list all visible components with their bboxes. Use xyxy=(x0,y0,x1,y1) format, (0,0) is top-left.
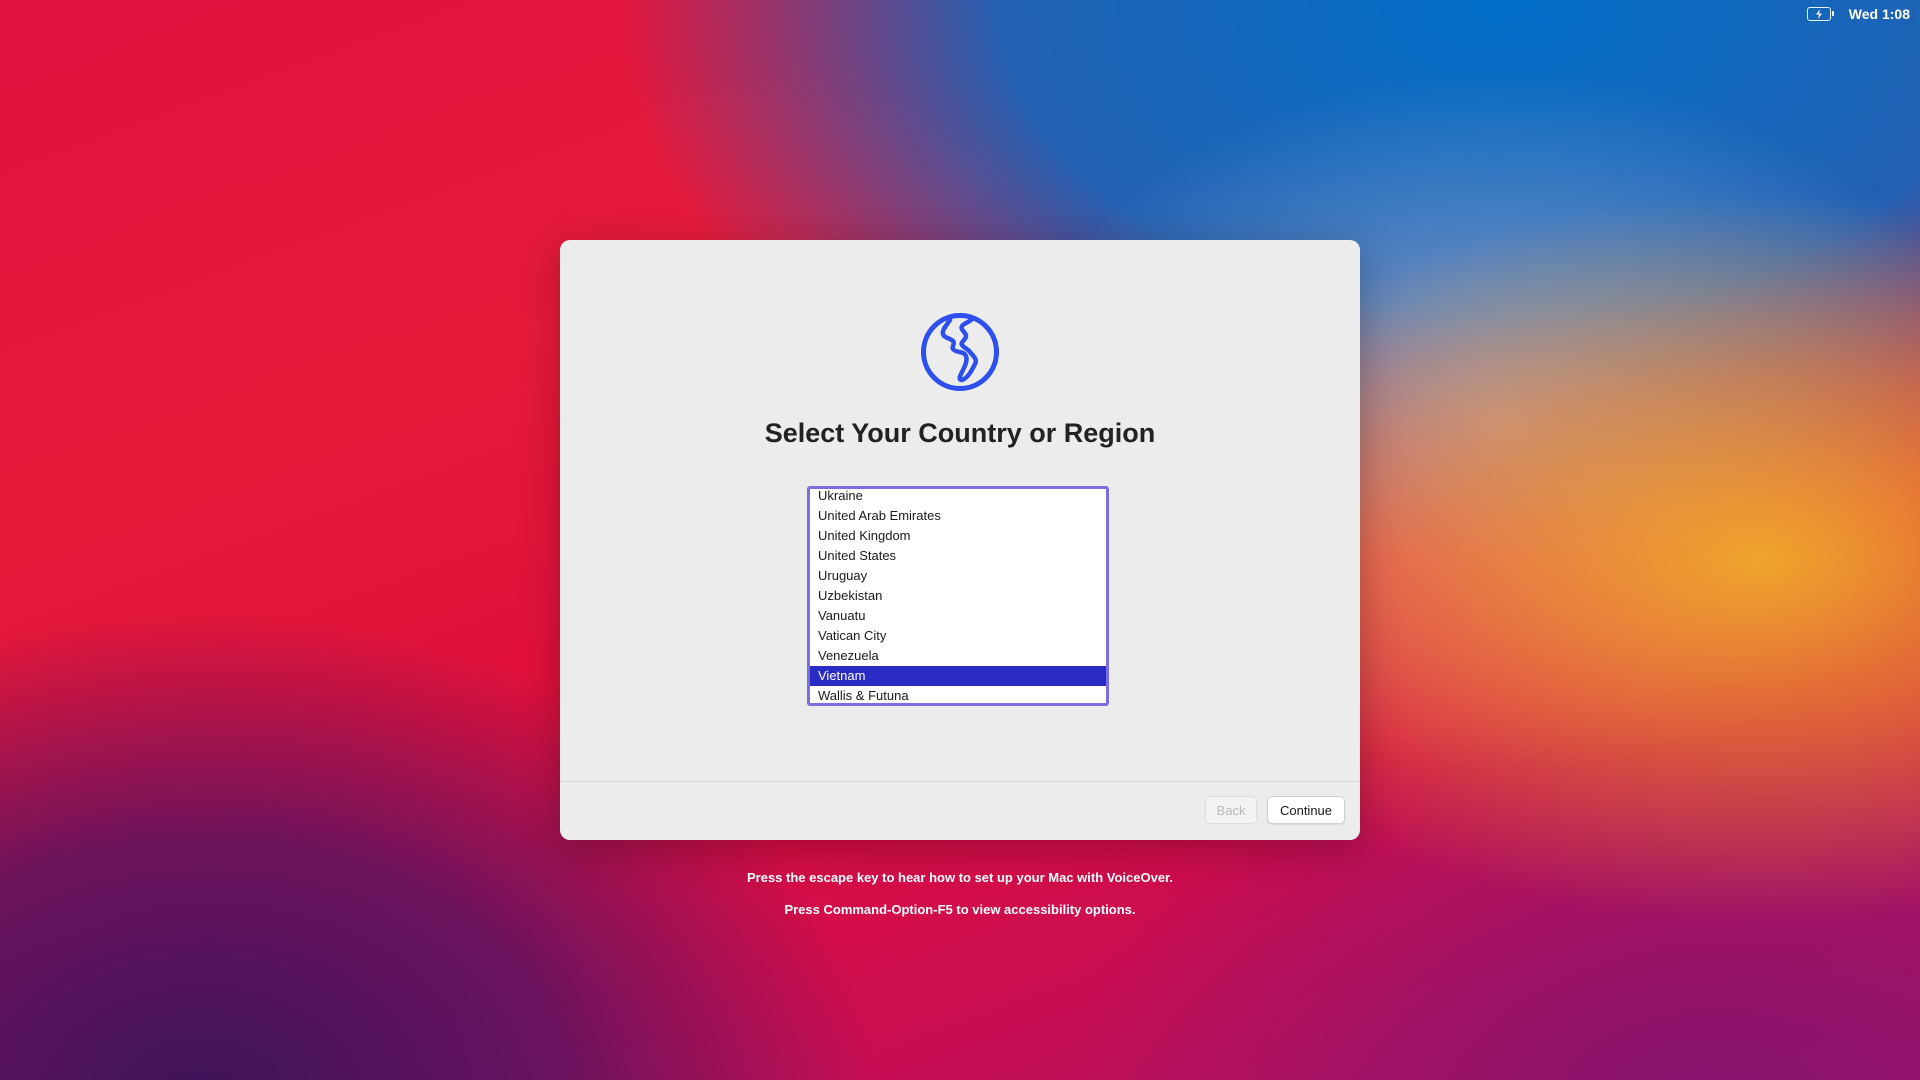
back-button[interactable]: Back xyxy=(1205,796,1257,824)
battery-charging-icon[interactable] xyxy=(1806,7,1834,21)
menu-clock[interactable]: Wed 1:08 xyxy=(1849,6,1910,22)
country-list-item[interactable]: United Kingdom xyxy=(810,526,1106,546)
dialog-footer: Back Continue xyxy=(560,781,1360,840)
menu-bar: Wed 1:08 xyxy=(1806,0,1920,28)
country-list-item[interactable]: Uruguay xyxy=(810,566,1106,586)
country-list-item[interactable]: Vatican City xyxy=(810,626,1106,646)
country-list-item[interactable]: Uzbekistan xyxy=(810,586,1106,606)
page-title: Select Your Country or Region xyxy=(764,418,1156,448)
country-list-item[interactable]: Vanuatu xyxy=(810,606,1106,626)
country-list-item[interactable]: Venezuela xyxy=(810,646,1106,666)
country-list-item[interactable]: Wallis & Futuna xyxy=(810,686,1106,703)
voiceover-hint: Press the escape key to hear how to set … xyxy=(746,870,1174,885)
globe-icon xyxy=(921,313,999,391)
country-list-item[interactable]: United States xyxy=(810,546,1106,566)
country-list[interactable]: Ukraine United Arab Emirates United Kingdo… xyxy=(807,486,1109,706)
accessibility-hint: Press Command-Option-F5 to view accessib… xyxy=(784,902,1136,917)
country-list-item[interactable]: Vietnam xyxy=(810,666,1106,686)
country-list-item[interactable]: United Arab Emirates xyxy=(810,506,1106,526)
country-list-item[interactable]: Ukraine xyxy=(810,489,1106,506)
continue-button[interactable]: Continue xyxy=(1267,796,1345,824)
setup-assistant-window: Select Your Country or Region Ukraine Uni… xyxy=(560,240,1360,840)
